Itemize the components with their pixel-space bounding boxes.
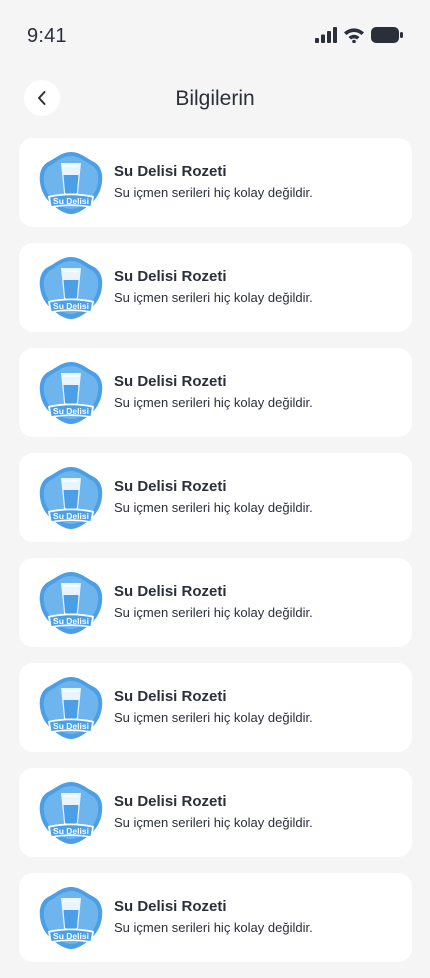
water-badge-icon: Su Delisi: [39, 467, 103, 529]
badge-card-text: Su Delisi Rozeti Su içmen serileri hiç k…: [114, 163, 313, 200]
badge-card[interactable]: Su Delisi Su Delisi Rozeti Su içmen seri…: [19, 348, 412, 437]
badge-label: Su Delisi: [53, 826, 89, 836]
badge-card[interactable]: Su Delisi Su Delisi Rozeti Su içmen seri…: [19, 243, 412, 332]
water-badge-icon: Su Delisi: [39, 677, 103, 739]
status-icons: [315, 27, 403, 43]
water-badge-icon: Su Delisi: [39, 257, 103, 319]
badge-card-text: Su Delisi Rozeti Su içmen serileri hiç k…: [114, 583, 313, 620]
badge-description: Su içmen serileri hiç kolay değildir.: [114, 920, 313, 935]
badge-card-text: Su Delisi Rozeti Su içmen serileri hiç k…: [114, 688, 313, 725]
water-badge-icon: Su Delisi: [39, 572, 103, 634]
badge-description: Su içmen serileri hiç kolay değildir.: [114, 395, 313, 410]
badge-description: Su içmen serileri hiç kolay değildir.: [114, 815, 313, 830]
badge-title: Su Delisi Rozeti: [114, 373, 227, 390]
badge-description: Su içmen serileri hiç kolay değildir.: [114, 500, 313, 515]
badge-card[interactable]: Su Delisi Su Delisi Rozeti Su içmen seri…: [19, 453, 412, 542]
badge-label: Su Delisi: [53, 511, 89, 521]
badge-label: Su Delisi: [53, 721, 89, 731]
water-badge-icon: Su Delisi: [39, 362, 103, 424]
badge-card[interactable]: Su Delisi Su Delisi Rozeti Su içmen seri…: [19, 663, 412, 752]
badge-card[interactable]: Su Delisi Su Delisi Rozeti Su içmen seri…: [19, 768, 412, 857]
battery-icon: [371, 27, 403, 43]
water-badge-icon: Su Delisi: [39, 152, 103, 214]
badge-card[interactable]: Su Delisi Su Delisi Rozeti Su içmen seri…: [19, 873, 412, 962]
badge-description: Su içmen serileri hiç kolay değildir.: [114, 605, 313, 620]
badge-label: Su Delisi: [53, 301, 89, 311]
badge-card-text: Su Delisi Rozeti Su içmen serileri hiç k…: [114, 268, 313, 305]
badge-title: Su Delisi Rozeti: [114, 163, 227, 180]
badge-card[interactable]: Su Delisi Su Delisi Rozeti Su içmen seri…: [19, 558, 412, 647]
water-badge-icon: Su Delisi: [39, 887, 103, 949]
badge-description: Su içmen serileri hiç kolay değildir.: [114, 185, 313, 200]
badge-title: Su Delisi Rozeti: [114, 583, 227, 600]
page-title: Bilgilerin: [175, 87, 255, 110]
badge-label: Su Delisi: [53, 931, 89, 941]
badge-title: Su Delisi Rozeti: [114, 478, 227, 495]
cellular-signal-icon: [315, 27, 337, 43]
badge-description: Su içmen serileri hiç kolay değildir.: [114, 290, 313, 305]
badge-title: Su Delisi Rozeti: [114, 688, 227, 705]
wifi-icon: [344, 28, 364, 43]
badge-card[interactable]: Su Delisi Su Delisi Rozeti Su içmen seri…: [19, 138, 412, 227]
badge-list: Su Delisi Su Delisi Rozeti Su içmen seri…: [19, 138, 412, 978]
badge-title: Su Delisi Rozeti: [114, 898, 227, 915]
badge-label: Su Delisi: [53, 406, 89, 416]
status-time: 9:41: [27, 25, 67, 47]
badge-title: Su Delisi Rozeti: [114, 268, 227, 285]
badge-label: Su Delisi: [53, 616, 89, 626]
status-bar: 9:41: [0, 0, 430, 72]
badge-card-text: Su Delisi Rozeti Su içmen serileri hiç k…: [114, 478, 313, 515]
badge-label: Su Delisi: [53, 196, 89, 206]
badge-card-text: Su Delisi Rozeti Su içmen serileri hiç k…: [114, 373, 313, 410]
badge-description: Su içmen serileri hiç kolay değildir.: [114, 710, 313, 725]
badge-title: Su Delisi Rozeti: [114, 793, 227, 810]
badge-card-text: Su Delisi Rozeti Su içmen serileri hiç k…: [114, 793, 313, 830]
badge-card-text: Su Delisi Rozeti Su içmen serileri hiç k…: [114, 898, 313, 935]
header: Bilgilerin: [0, 78, 430, 120]
water-badge-icon: Su Delisi: [39, 782, 103, 844]
